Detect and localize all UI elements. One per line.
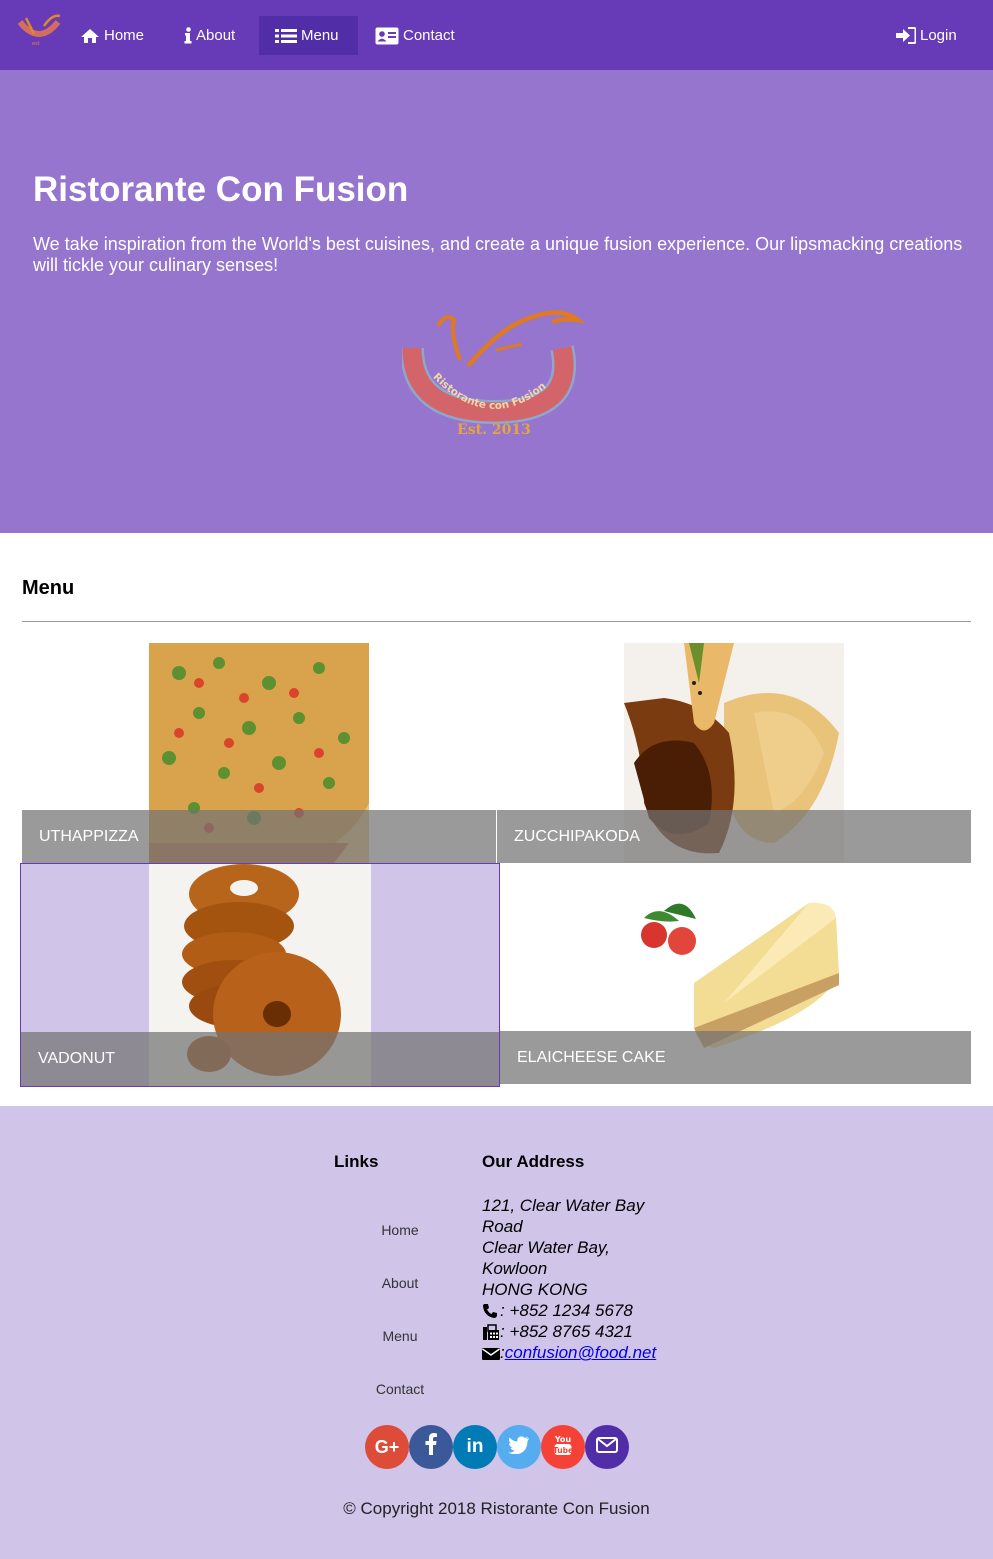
login-label: Login <box>920 27 957 44</box>
envelope-icon <box>482 1345 500 1361</box>
jumbotron: Ristorante Con Fusion We take inspiratio… <box>0 70 993 533</box>
twitter-button[interactable] <box>497 1425 541 1469</box>
nav-home-label: Home <box>104 27 145 44</box>
restaurant-title: Ristorante Con Fusion <box>33 170 409 209</box>
footer: Links Home About Menu Contact Our Addres… <box>0 1106 993 1559</box>
dish-name: ELAICHEESE CAKE <box>517 1048 666 1066</box>
svg-text:est: est <box>32 41 40 47</box>
youtube-icon: You Tube <box>553 1434 573 1461</box>
fax-line: : +852 8765 4321 <box>482 1321 682 1342</box>
info-icon <box>184 27 192 44</box>
address-line: Kowloon <box>482 1259 548 1278</box>
dish-name: ZUCCHIPAKODA <box>514 827 640 845</box>
dish-caption: UTHAPPIZZA <box>22 810 496 863</box>
address-card-icon <box>375 27 399 45</box>
email-line: : confusion@food.net <box>482 1342 682 1363</box>
facebook-icon <box>425 1433 437 1461</box>
footer-link-contact[interactable]: Contact <box>360 1381 440 1397</box>
mail-button[interactable] <box>585 1425 629 1469</box>
sign-in-icon <box>896 27 917 44</box>
dish-name: VADONUT <box>38 1050 116 1067</box>
brand-logo[interactable]: est <box>16 12 62 50</box>
menu-divider <box>22 621 971 622</box>
login-button[interactable]: Login <box>888 16 965 55</box>
linkedin-icon: in <box>466 1436 484 1457</box>
nav-menu-label: Menu <box>301 27 339 44</box>
google-plus-button[interactable]: G+ <box>365 1425 409 1469</box>
footer-link-menu[interactable]: Menu <box>360 1328 440 1344</box>
phone-line: : +852 1234 5678 <box>482 1300 682 1321</box>
svg-text:You: You <box>554 1435 572 1444</box>
navbar: est Home About Menu Contact Login <box>0 0 993 70</box>
dish-caption: VADONUT <box>21 1032 499 1086</box>
nav-about-link[interactable]: About <box>176 16 243 55</box>
email-link[interactable]: confusion@food.net <box>505 1342 656 1363</box>
google-plus-icon: G+ <box>374 1436 400 1457</box>
dish-name: UTHAPPIZZA <box>39 827 139 845</box>
address-line: HONG KONG <box>482 1280 588 1299</box>
address-heading: Our Address <box>482 1152 585 1171</box>
phone-icon <box>482 1303 499 1319</box>
facebook-button[interactable] <box>409 1425 453 1469</box>
restaurant-logo: Ristorante con Fusion Est. 2013 <box>402 310 586 438</box>
address-line: Road <box>482 1217 523 1236</box>
dish-tile-vadonut[interactable]: VADONUT <box>20 863 500 1087</box>
youtube-button[interactable]: You Tube <box>541 1425 585 1469</box>
fax-number: : +852 8765 4321 <box>500 1322 633 1341</box>
linkedin-button[interactable]: in <box>453 1425 497 1469</box>
address-block: 121, Clear Water Bay Road Clear Water Ba… <box>482 1195 682 1363</box>
fax-icon <box>482 1323 499 1340</box>
nav-menu-link[interactable]: Menu <box>259 16 358 55</box>
menu-heading: Menu <box>22 577 75 599</box>
envelope-outline-icon <box>596 1436 618 1458</box>
footer-link-home[interactable]: Home <box>360 1222 440 1238</box>
dish-tile-uthappizza[interactable]: UTHAPPIZZA <box>22 643 496 863</box>
copyright-text: © Copyright 2018 Ristorante Con Fusion <box>343 1499 650 1518</box>
list-icon <box>275 28 297 44</box>
svg-text:Tube: Tube <box>553 1446 573 1455</box>
nav-contact-label: Contact <box>403 27 455 44</box>
nav-about-label: About <box>196 27 236 44</box>
address-line: 121, Clear Water Bay <box>482 1196 645 1215</box>
twitter-icon <box>508 1435 530 1459</box>
address-line: Clear Water Bay, <box>482 1238 610 1257</box>
dish-caption: ELAICHEESE CAKE <box>500 1031 971 1084</box>
logo-est-text: Est. 2013 <box>457 422 531 438</box>
dish-tile-zucchipakoda[interactable]: ZUCCHIPAKODA <box>497 643 971 863</box>
nav-home-link[interactable]: Home <box>72 16 152 55</box>
home-icon <box>80 28 100 44</box>
links-heading: Links <box>334 1152 379 1171</box>
nav-contact-link[interactable]: Contact <box>367 16 463 55</box>
footer-link-about[interactable]: About <box>360 1275 440 1291</box>
dish-tile-elaicheese-cake[interactable]: ELAICHEESE CAKE <box>500 863 971 1084</box>
dish-caption: ZUCCHIPAKODA <box>497 810 971 863</box>
restaurant-tagline: We take inspiration from the World's bes… <box>33 234 963 275</box>
phone-number: : +852 1234 5678 <box>500 1301 633 1320</box>
